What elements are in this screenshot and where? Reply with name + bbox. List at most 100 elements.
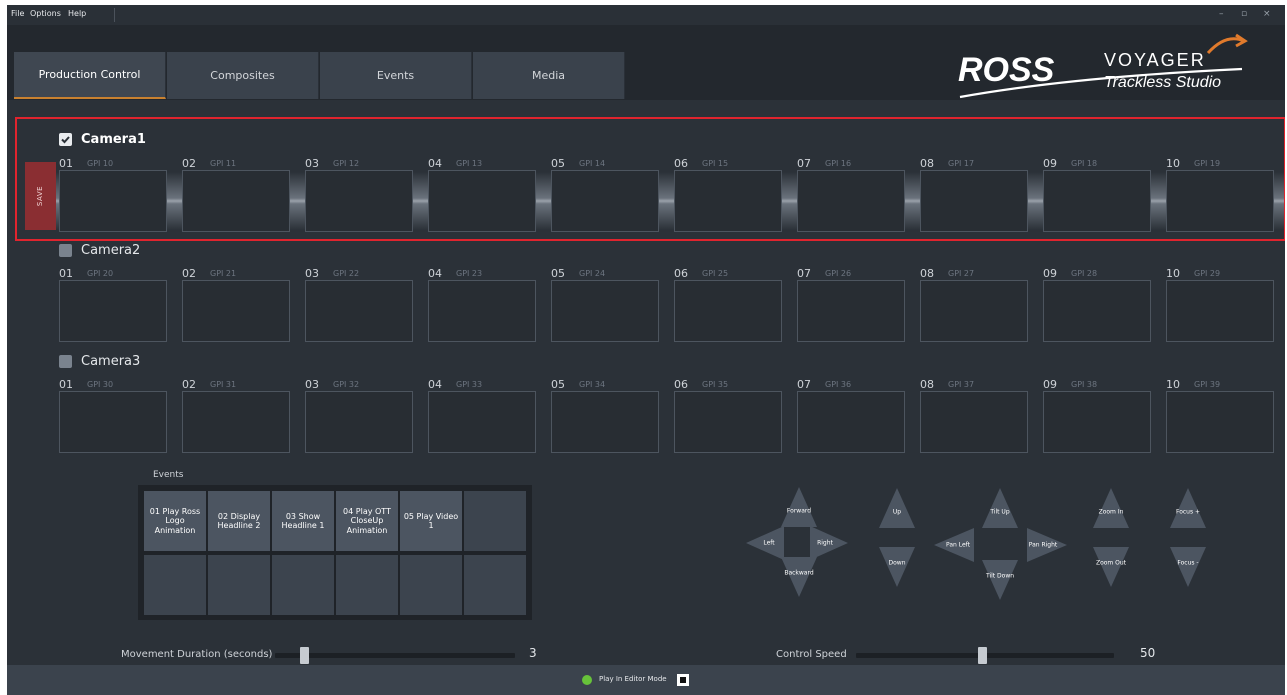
preset-slot[interactable]: [1043, 280, 1151, 342]
preset-slot[interactable]: [551, 280, 659, 342]
control-speed-thumb[interactable]: [978, 647, 988, 664]
slot-gpi-label: GPI 15: [702, 159, 729, 168]
focus-plus-button[interactable]: [1170, 488, 1206, 528]
forward-button[interactable]: [781, 487, 817, 527]
menu-options[interactable]: Options: [30, 9, 61, 18]
camera-checkbox[interactable]: [59, 355, 72, 368]
event-button[interactable]: [400, 555, 462, 615]
preset-slot[interactable]: [59, 280, 167, 342]
tilt-up-button[interactable]: [982, 488, 1018, 528]
movement-duration-value: 3: [529, 646, 537, 660]
preset-slot[interactable]: [59, 170, 167, 232]
event-button[interactable]: 03 Show Headline 1: [272, 491, 334, 551]
preset-slot[interactable]: [59, 391, 167, 453]
minimize-icon[interactable]: –: [1219, 9, 1224, 19]
preset-slot[interactable]: [1166, 391, 1274, 453]
slot-gpi-label: GPI 20: [87, 269, 114, 278]
preset-slot[interactable]: [920, 170, 1028, 232]
event-button[interactable]: 05 Play Video 1: [400, 491, 462, 551]
slot-connector: [413, 172, 429, 230]
event-button[interactable]: [464, 555, 526, 615]
tilt-down-button[interactable]: [982, 560, 1018, 600]
slot-gpi-label: GPI 29: [1194, 269, 1221, 278]
slot-number: 09: [1043, 378, 1057, 391]
slot-gpi-label: GPI 23: [456, 269, 483, 278]
maximize-icon[interactable]: ▫: [1241, 9, 1247, 19]
menu-file[interactable]: File: [11, 9, 24, 18]
slot-connector: [290, 172, 306, 230]
event-button[interactable]: [208, 555, 270, 615]
right-button[interactable]: [810, 526, 848, 560]
movement-duration-thumb[interactable]: [299, 647, 309, 664]
slot-connector: [659, 172, 675, 230]
preset-slot[interactable]: [674, 280, 782, 342]
preset-slot[interactable]: [305, 170, 413, 232]
preset-slot[interactable]: [428, 391, 536, 453]
preset-slot[interactable]: [182, 391, 290, 453]
event-button[interactable]: 01 Play Ross Logo Animation: [144, 491, 206, 551]
zoom-out-button[interactable]: [1093, 547, 1129, 587]
event-button[interactable]: [464, 491, 526, 551]
events-panel: 01 Play Ross Logo Animation 02 Display He…: [138, 485, 532, 620]
tab-events[interactable]: Events: [320, 52, 472, 99]
preset-slot[interactable]: [797, 280, 905, 342]
zoom-in-button[interactable]: [1093, 488, 1129, 528]
pan-left-button[interactable]: [934, 528, 974, 562]
slot-connector: [905, 172, 921, 230]
tab-production-control[interactable]: Production Control: [14, 52, 166, 99]
tab-media[interactable]: Media: [473, 52, 625, 99]
header: Production Control Composites Events Med…: [7, 25, 1285, 100]
preset-slot[interactable]: [674, 391, 782, 453]
slot-gpi-label: GPI 24: [579, 269, 606, 278]
preset-slot[interactable]: [428, 280, 536, 342]
stop-icon[interactable]: [677, 674, 689, 686]
close-icon[interactable]: ×: [1263, 9, 1271, 19]
slot-gpi-label: GPI 25: [702, 269, 729, 278]
camera-header: Camera3: [59, 354, 140, 369]
preset-slot[interactable]: [920, 391, 1028, 453]
preset-slot[interactable]: [797, 391, 905, 453]
camera-checkbox[interactable]: [59, 244, 72, 257]
event-button[interactable]: 04 Play OTT CloseUp Animation: [336, 491, 398, 551]
preset-slot[interactable]: [182, 280, 290, 342]
event-button[interactable]: [144, 555, 206, 615]
slot-number: 02: [182, 267, 196, 280]
up-button[interactable]: [879, 488, 915, 528]
preset-slot[interactable]: [674, 170, 782, 232]
preset-slot[interactable]: [428, 170, 536, 232]
slot-gpi-label: GPI 34: [579, 380, 606, 389]
preset-slot[interactable]: [1166, 170, 1274, 232]
preset-slot[interactable]: [797, 170, 905, 232]
preset-slot[interactable]: [305, 280, 413, 342]
slot-connector: [167, 172, 183, 230]
preset-slot[interactable]: [551, 391, 659, 453]
preset-slot[interactable]: [182, 170, 290, 232]
down-button[interactable]: [879, 547, 915, 587]
preset-slot[interactable]: [1043, 391, 1151, 453]
event-button[interactable]: [272, 555, 334, 615]
left-button[interactable]: [746, 526, 784, 560]
event-button[interactable]: 02 Display Headline 2: [208, 491, 270, 551]
preset-slot[interactable]: [1166, 280, 1274, 342]
movement-duration-track[interactable]: [275, 653, 515, 658]
slot-number: 04: [428, 267, 442, 280]
camera-checkbox[interactable]: [59, 133, 72, 146]
preset-slot[interactable]: [1043, 170, 1151, 232]
slot-gpi-label: GPI 33: [456, 380, 483, 389]
focus-minus-button[interactable]: [1170, 547, 1206, 587]
logo-brand: ROSS: [958, 51, 1055, 89]
preset-slot[interactable]: [305, 391, 413, 453]
backward-button[interactable]: [781, 557, 817, 597]
tab-composites[interactable]: Composites: [167, 52, 319, 99]
preset-slot[interactable]: [551, 170, 659, 232]
save-button[interactable]: SAVE: [25, 162, 56, 230]
slot-number: 05: [551, 267, 565, 280]
event-button[interactable]: [336, 555, 398, 615]
pan-right-button[interactable]: [1027, 528, 1067, 562]
preset-slot[interactable]: [920, 280, 1028, 342]
menu-help[interactable]: Help: [68, 9, 86, 18]
slot-number: 06: [674, 378, 688, 391]
ross-voyager-logo: ROSS VOYAGER Trackless Studio: [952, 29, 1252, 99]
slot-number: 06: [674, 157, 688, 170]
camera-name: Camera2: [81, 243, 141, 258]
